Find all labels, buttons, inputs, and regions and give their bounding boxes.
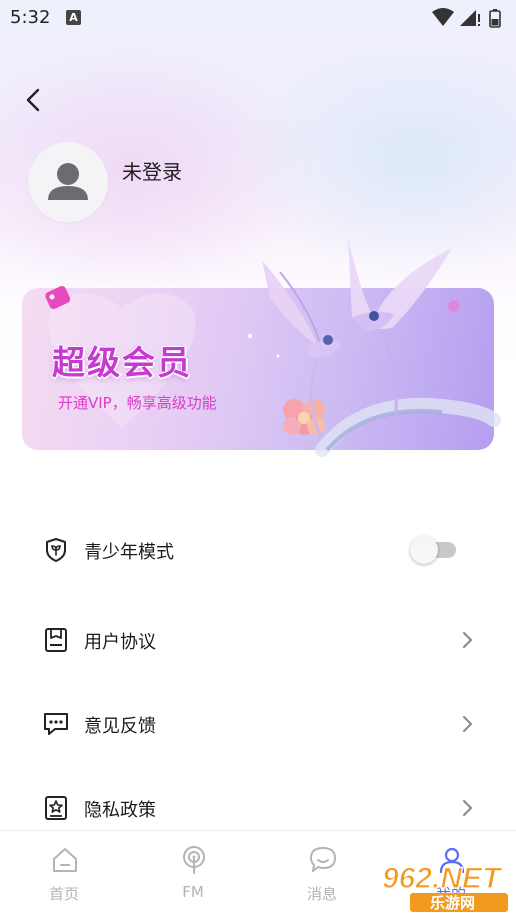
back-button[interactable] [18,84,50,116]
chevron-right-icon [463,716,472,732]
battery-icon [489,9,501,28]
menu-item-user-agreement[interactable]: 用户协议 [0,610,516,670]
login-status[interactable]: 未登录 [122,156,182,185]
signal-icon [460,10,480,26]
status-time: 5:32 [10,7,51,28]
vip-title: 超级会员 [52,343,192,382]
document-icon [45,628,67,652]
home-icon [53,848,77,872]
profile-page: 5:32 A 未登录 超级会员 开通VIP，畅享高级功能 青少年模式 用户协议 … [0,0,516,917]
menu-item-youth-mode[interactable]: 青少年模式 [0,520,516,580]
avatar[interactable] [28,142,108,222]
status-icons [432,8,501,28]
chevron-right-icon [463,800,472,816]
menu-item-privacy-policy[interactable]: 隐私政策 [0,778,516,838]
shield-sprout-icon [46,538,66,562]
youth-mode-toggle[interactable] [410,536,458,564]
feedback-icon [44,713,68,735]
watermark-text-bottom: 乐游网 [430,894,475,912]
menu-label: 意见反馈 [84,716,156,737]
privacy-star-icon [45,796,67,820]
status-bar: 5:32 A [0,0,516,36]
radio-icon [183,846,205,874]
wifi-icon [432,8,454,26]
user-icon [48,163,88,200]
menu-label: 隐私政策 [84,800,156,821]
chevron-right-icon [463,632,472,648]
nav-label: 消息 [306,885,337,903]
watermark-text-top: 962.NET [382,862,503,895]
nav-label: 首页 [48,885,79,903]
toggle-knob [410,536,438,564]
nav-messages[interactable]: 消息 [272,831,372,917]
nav-home[interactable]: 首页 [14,831,114,917]
menu-label: 青少年模式 [84,542,174,563]
menu-label: 用户协议 [84,632,156,653]
vip-subtitle: 开通VIP，畅享高级功能 [58,394,217,412]
a-icon: A [66,10,81,25]
nav-label: FM [182,883,204,901]
chat-icon [310,847,336,872]
background-glow-right [236,40,516,280]
nav-fm[interactable]: FM [143,831,243,917]
watermark-logo: 962.NET 乐游网 [381,861,508,912]
menu-item-feedback[interactable]: 意见反馈 [0,694,516,754]
